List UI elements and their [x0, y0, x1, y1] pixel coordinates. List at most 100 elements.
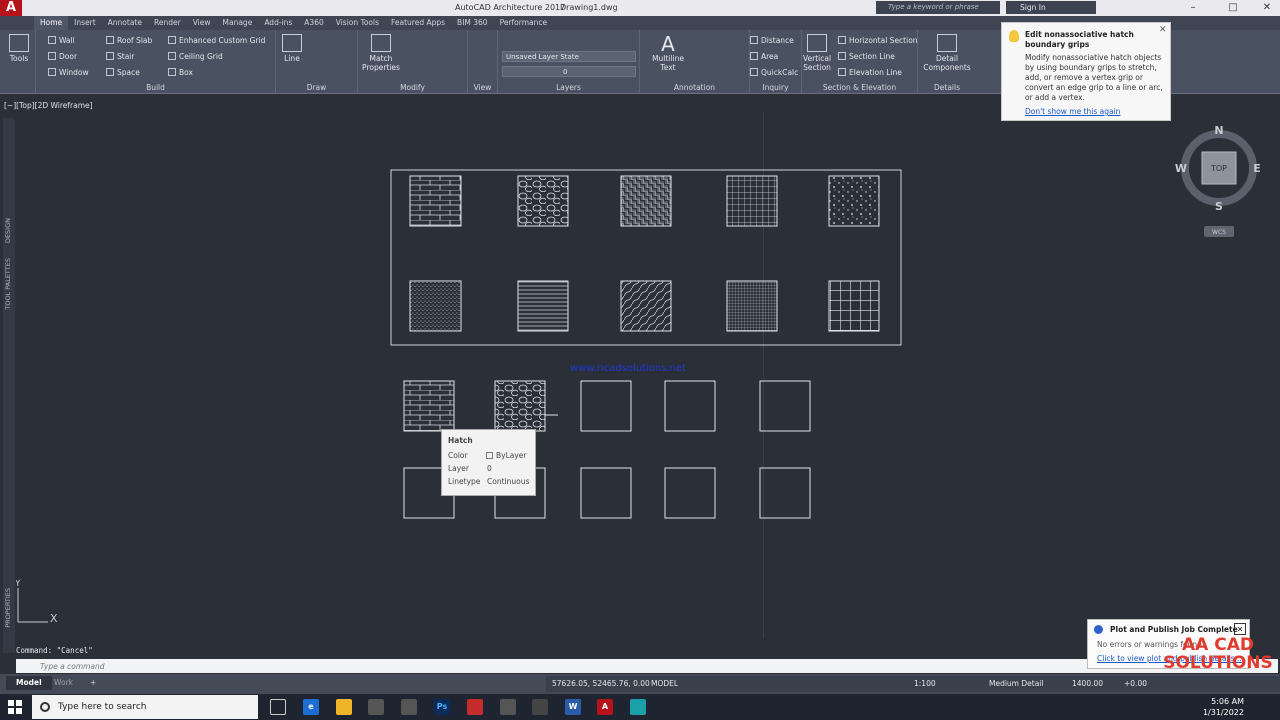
detail-components-icon: [937, 34, 957, 52]
edge-browser-icon[interactable]: e: [303, 699, 319, 715]
tab-insert[interactable]: Insert: [68, 16, 102, 30]
target-square-empty[interactable]: [759, 380, 811, 432]
tab-home[interactable]: Home: [34, 16, 69, 30]
horizontal-section-button[interactable]: Horizontal Section: [838, 36, 918, 45]
wall-button[interactable]: Wall: [48, 36, 75, 45]
distance-label: Distance: [761, 36, 794, 45]
add-layout-button[interactable]: +: [80, 676, 106, 690]
windows-start-icon[interactable]: [8, 700, 22, 714]
store-icon[interactable]: [368, 699, 384, 715]
multiline-text-button[interactable]: A Multiline Text: [648, 34, 688, 72]
ucs-x-label: X: [50, 612, 58, 625]
task-view-icon[interactable]: [270, 699, 286, 715]
target-square-brick[interactable]: [403, 380, 455, 432]
tab-annotate[interactable]: Annotate: [102, 16, 148, 30]
offset-value[interactable]: +0.00: [1124, 679, 1147, 688]
file-explorer-icon[interactable]: [336, 699, 352, 715]
dont-show-again-link[interactable]: Don't show me this again: [1025, 107, 1120, 116]
system-clock[interactable]: 5:06 AM 1/31/2022: [1200, 696, 1244, 718]
mail-icon[interactable]: [401, 699, 417, 715]
minimize-icon[interactable]: –: [1180, 0, 1206, 16]
tab-featured-apps[interactable]: Featured Apps: [385, 16, 451, 30]
photoshop-icon[interactable]: Ps: [434, 699, 450, 715]
detail-components-button[interactable]: Detail Components: [922, 34, 972, 72]
target-square-empty[interactable]: [664, 380, 716, 432]
tab-render[interactable]: Render: [148, 16, 187, 30]
door-button[interactable]: Door: [48, 52, 77, 61]
space-button[interactable]: Space: [106, 68, 140, 77]
palette-strip[interactable]: DESIGN TOOL PALETTES PROPERTIES: [3, 118, 15, 653]
tab-work-layout[interactable]: Work: [44, 676, 83, 690]
tab-a360[interactable]: A360: [298, 16, 329, 30]
horizontal-section-label: Horizontal Section: [849, 36, 918, 45]
model-space-toggle[interactable]: MODEL: [651, 679, 678, 688]
tools-button[interactable]: Tools: [6, 34, 32, 63]
compass-east[interactable]: E: [1253, 162, 1261, 175]
elevation-line-button[interactable]: Elevation Line: [838, 68, 902, 77]
tab-vision-tools[interactable]: Vision Tools: [330, 16, 385, 30]
tab-view[interactable]: View: [187, 16, 217, 30]
target-square-empty[interactable]: [759, 467, 811, 519]
annotation-scale[interactable]: 1:100: [914, 679, 936, 688]
tooltip-close-icon[interactable]: ✕: [1159, 25, 1167, 35]
compass-north[interactable]: N: [1214, 124, 1223, 137]
ceiling-grid-button[interactable]: Ceiling Grid: [168, 52, 223, 61]
layer-state-select[interactable]: Unsaved Layer State: [502, 51, 636, 62]
hatch-dots-swatch[interactable]: [828, 175, 880, 227]
drawing-canvas[interactable]: www.ricadsolutions.net TOP N S E W WCS Y…: [16, 112, 1278, 638]
vertical-section-button[interactable]: Vertical Section: [802, 34, 832, 72]
window-button[interactable]: Window: [48, 68, 89, 77]
calculator-app-icon[interactable]: [500, 699, 516, 715]
line-button[interactable]: Line: [280, 34, 304, 63]
hatch-sand-swatch[interactable]: [409, 280, 462, 332]
distance-button[interactable]: Distance: [750, 36, 794, 45]
tool-palettes-tab[interactable]: TOOL PALETTES: [4, 258, 12, 310]
properties-palette-tab[interactable]: PROPERTIES: [4, 588, 12, 628]
elevation-value[interactable]: 1400.00: [1072, 679, 1103, 688]
hatch-stone-swatch[interactable]: [517, 175, 569, 227]
target-square-empty[interactable]: [580, 467, 632, 519]
help-search-input[interactable]: Type a keyword or phrase: [876, 1, 1000, 14]
viewport-controls-label[interactable]: [−][Top][2D Wireframe]: [4, 101, 93, 110]
acrobat-icon[interactable]: [467, 699, 483, 715]
section-line-button[interactable]: Section Line: [838, 52, 895, 61]
current-layer-select[interactable]: 0: [502, 66, 636, 77]
quickcalc-button[interactable]: QuickCalc: [750, 68, 798, 77]
sign-in-button[interactable]: Sign In: [1006, 1, 1096, 14]
compass-west[interactable]: W: [1175, 162, 1187, 175]
photos-icon[interactable]: [532, 699, 548, 715]
tab-performance[interactable]: Performance: [494, 16, 554, 30]
maximize-icon[interactable]: □: [1220, 0, 1246, 16]
hatch-weave-swatch[interactable]: [620, 175, 672, 227]
hatch-grid-swatch[interactable]: [726, 175, 778, 227]
hatch-lines-swatch[interactable]: [517, 280, 569, 332]
tab-bim-360[interactable]: BIM 360: [451, 16, 494, 30]
tab-add-ins[interactable]: Add-ins: [258, 16, 298, 30]
target-square-empty[interactable]: [580, 380, 632, 432]
hatch-fine-swatch[interactable]: [726, 280, 778, 332]
compass-south[interactable]: S: [1215, 200, 1223, 213]
match-properties-button[interactable]: Match Properties: [360, 34, 402, 72]
target-square-stone[interactable]: [494, 380, 546, 432]
autocad-logo-icon[interactable]: A: [0, 0, 22, 16]
app-taskbar-icon[interactable]: [630, 699, 646, 715]
design-palette-tab[interactable]: DESIGN: [4, 218, 12, 243]
display-detail-select[interactable]: Medium Detail: [989, 679, 1043, 688]
watermark-line-2: SOLUTIONS: [1163, 653, 1273, 673]
target-square-empty[interactable]: [664, 467, 716, 519]
area-button[interactable]: Area: [750, 52, 778, 61]
box-button[interactable]: Box: [168, 68, 193, 77]
hatch-wood-swatch[interactable]: [620, 280, 672, 332]
roof-slab-button[interactable]: Roof Slab: [106, 36, 152, 45]
autocad-taskbar-icon[interactable]: A: [597, 699, 613, 715]
close-icon[interactable]: ✕: [1254, 0, 1280, 16]
hatch-brick-swatch[interactable]: [409, 175, 462, 227]
taskbar-search-input[interactable]: Type here to search: [32, 695, 258, 719]
enhanced-custom-grid-button[interactable]: Enhanced Custom Grid: [168, 36, 265, 45]
tab-manage[interactable]: Manage: [217, 16, 259, 30]
stair-button[interactable]: Stair: [106, 52, 134, 61]
hatch-square-swatch[interactable]: [828, 280, 880, 332]
viewcube[interactable]: TOP N S E W WCS: [1175, 124, 1261, 237]
coordinates-readout[interactable]: 57626.05, 52465.76, 0.00: [552, 679, 650, 688]
word-icon[interactable]: W: [565, 699, 581, 715]
